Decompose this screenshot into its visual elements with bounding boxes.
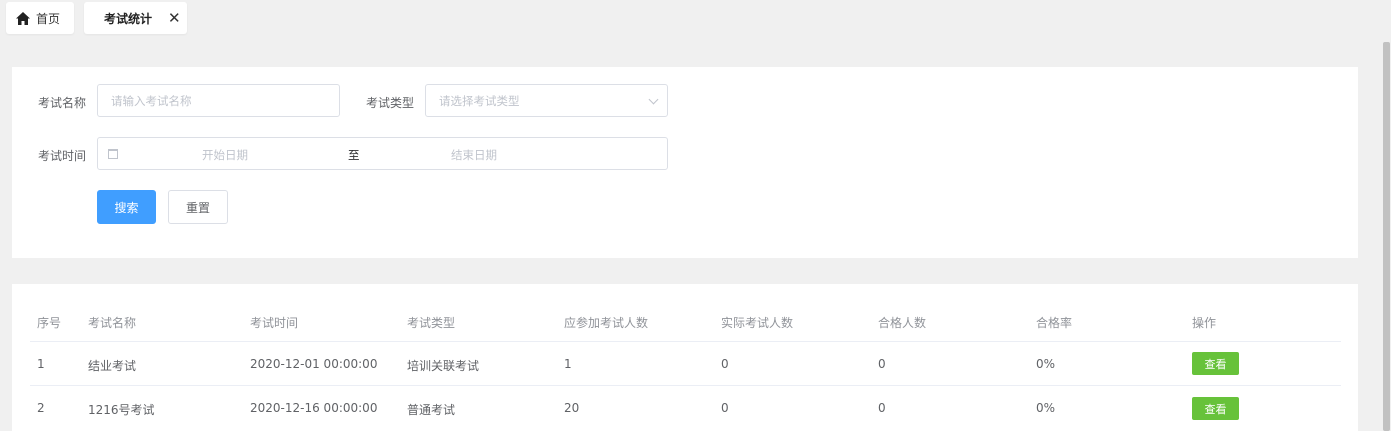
cell-exam-time: 2020-12-01 00:00:00 — [250, 357, 378, 371]
vertical-scrollbar[interactable] — [1381, 40, 1391, 431]
reset-button[interactable]: 重置 — [168, 190, 228, 224]
exam-time-label: 考试时间 — [38, 149, 87, 163]
cell-index: 2 — [37, 401, 45, 415]
cell-pass-rate: 0% — [1036, 401, 1056, 415]
start-date-placeholder[interactable]: 开始日期 — [202, 147, 248, 163]
row-divider — [30, 385, 1341, 386]
view-button[interactable]: 查看 — [1192, 397, 1239, 420]
exam-date-range[interactable]: 开始日期 至 结束日期 — [97, 137, 668, 170]
view-button[interactable]: 查看 — [1192, 352, 1239, 375]
cell-expected-count: 1 — [564, 357, 572, 371]
scrollbar-thumb[interactable] — [1383, 42, 1390, 431]
column-header-index: 序号 — [37, 316, 62, 330]
exam-name-label: 考试名称 — [38, 96, 87, 110]
tab-exam-statistics-label: 考试统计 — [104, 11, 153, 26]
column-header-actions: 操作 — [1192, 316, 1217, 330]
exam-type-label: 考试类型 — [366, 96, 415, 110]
cell-passed-count: 0 — [878, 401, 886, 415]
tab-bar: 首页 考试统计 ✕ — [0, 0, 1391, 40]
column-header-exam-type: 考试类型 — [407, 316, 456, 330]
calendar-icon — [108, 149, 118, 159]
end-date-placeholder[interactable]: 结束日期 — [451, 147, 497, 163]
cell-exam-name: 1216号考试 — [88, 403, 155, 417]
exam-type-select[interactable]: 请选择考试类型 — [425, 84, 668, 117]
tab-home[interactable]: 首页 — [6, 2, 74, 34]
exam-name-placeholder: 请输入考试名称 — [111, 93, 192, 108]
cell-exam-type: 普通考试 — [407, 403, 456, 417]
range-separator: 至 — [348, 148, 360, 162]
cell-exam-time: 2020-12-16 00:00:00 — [250, 401, 378, 415]
search-button[interactable]: 搜索 — [97, 190, 156, 224]
column-header-expected-count: 应参加考试人数 — [564, 316, 649, 330]
exam-name-input[interactable]: 请输入考试名称 — [97, 84, 340, 117]
cell-actual-count: 0 — [721, 401, 729, 415]
cell-exam-type: 培训关联考试 — [407, 359, 480, 373]
column-header-exam-time: 考试时间 — [250, 316, 299, 330]
cell-expected-count: 20 — [564, 401, 580, 415]
cell-index: 1 — [37, 357, 45, 371]
statistics-table: 序号 考试名称 考试时间 考试类型 应参加考试人数 实际考试人数 合格人数 合格… — [12, 284, 1358, 431]
chevron-down-icon — [648, 94, 659, 105]
row-divider — [30, 341, 1341, 342]
cell-actual-count: 0 — [721, 357, 729, 371]
cell-passed-count: 0 — [878, 357, 886, 371]
column-header-passed-count: 合格人数 — [878, 316, 927, 330]
search-panel: 考试名称 请输入考试名称 考试类型 请选择考试类型 考试时间 开始日期 至 结束… — [12, 67, 1358, 258]
column-header-actual-count: 实际考试人数 — [721, 316, 794, 330]
home-icon — [16, 11, 30, 25]
cell-exam-name: 结业考试 — [88, 359, 137, 373]
column-header-pass-rate: 合格率 — [1036, 316, 1073, 330]
column-header-exam-name: 考试名称 — [88, 316, 137, 330]
cell-pass-rate: 0% — [1036, 357, 1056, 371]
tab-exam-statistics[interactable]: 考试统计 ✕ — [84, 2, 187, 34]
close-icon[interactable]: ✕ — [168, 10, 181, 26]
exam-type-placeholder: 请选择考试类型 — [439, 93, 520, 108]
tab-home-label: 首页 — [36, 11, 61, 26]
